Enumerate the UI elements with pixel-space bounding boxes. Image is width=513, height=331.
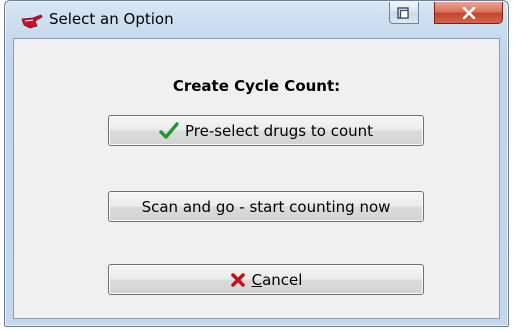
window-title: Select an Option [49, 10, 174, 28]
restore-icon [397, 6, 409, 19]
cancel-label: Cancel [252, 271, 303, 289]
restore-button[interactable] [389, 2, 419, 24]
dialog-heading: Create Cycle Count: [172, 77, 341, 95]
red-x-icon [230, 272, 245, 287]
scan-and-go-button[interactable]: Scan and go - start counting now [108, 191, 424, 222]
cancel-label-rest: ancel [262, 270, 303, 289]
preselect-drugs-button[interactable]: Pre-select drugs to count [108, 115, 424, 146]
cancel-mnemonic: C [251, 270, 263, 289]
cancel-button[interactable]: Cancel [108, 264, 424, 295]
dialog-window: Select an Option Create Cycle Count: Pre… [4, 0, 509, 327]
scan-label: Scan and go - start counting now [141, 197, 391, 216]
title-bar[interactable]: Select an Option [5, 1, 508, 37]
app-hand-icon [21, 14, 43, 30]
close-button[interactable] [434, 2, 503, 24]
dialog-body: Create Cycle Count: Pre-select drugs to … [13, 38, 500, 319]
preselect-label: Pre-select drugs to count [184, 121, 374, 140]
green-check-icon [159, 121, 179, 139]
close-x-icon [462, 6, 475, 19]
